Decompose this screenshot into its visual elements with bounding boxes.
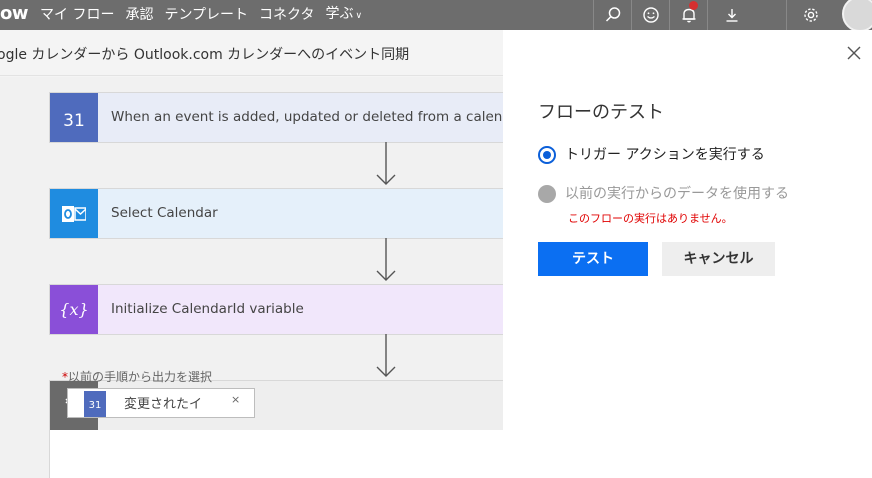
- google-calendar-icon: 31: [50, 93, 98, 142]
- arrow-down-icon: [376, 142, 396, 185]
- download-button[interactable]: [707, 0, 755, 30]
- variable-glyph: {x}: [59, 300, 89, 319]
- radio-selected-icon[interactable]: [538, 146, 556, 164]
- token-label: 変更されたイ: [124, 397, 203, 412]
- nav-learn[interactable]: 学ぶ ∨: [326, 4, 363, 26]
- step-title: When an event is added, updated or delet…: [111, 109, 503, 125]
- nav-approvals[interactable]: 承認: [125, 5, 153, 25]
- trigger-step-card[interactable]: 31 When an event is added, updated or de…: [49, 92, 503, 143]
- chevron-down-icon: ∨: [355, 11, 363, 21]
- download-icon: [726, 9, 737, 22]
- close-panel-button[interactable]: [843, 42, 865, 64]
- outlook-logo-glyph: [62, 205, 86, 222]
- step-title: Initialize CalendarId variable: [111, 301, 304, 317]
- flow-designer-canvas: 31 When an event is added, updated or de…: [0, 77, 503, 478]
- outlook-icon: [50, 189, 98, 238]
- test-flow-panel: フローのテスト トリガー アクションを実行する 以前の実行からのデータを使用する…: [503, 30, 872, 478]
- radio-option-label: トリガー アクションを実行する: [565, 147, 765, 163]
- top-nav-bar: ow マイ フロー 承認 テンプレート コネクタ 学ぶ ∨: [0, 0, 872, 32]
- brand-logo[interactable]: ow: [0, 2, 29, 26]
- nav-templates[interactable]: テンプレート: [164, 5, 248, 25]
- page-title: ogle カレンダーから Outlook.com カレンダーへのイベント同期: [0, 47, 410, 63]
- notifications-button[interactable]: [669, 0, 707, 30]
- search-button[interactable]: [593, 0, 631, 30]
- google-calendar-icon: 31: [84, 391, 106, 417]
- cancel-button[interactable]: キャンセル: [662, 242, 775, 276]
- search-icon: [605, 7, 620, 22]
- select-output-label: *以前の手順から出力を選択: [62, 368, 212, 385]
- calendar-day-number: 31: [63, 110, 85, 131]
- variable-icon: {x}: [50, 285, 98, 334]
- radio-option-label: 以前の実行からのデータを使用する: [565, 186, 789, 202]
- arrow-down-icon: [376, 334, 396, 377]
- panel-title: フローのテスト: [538, 102, 664, 123]
- connector-arrow: [376, 238, 396, 286]
- close-icon[interactable]: ×: [231, 393, 240, 406]
- settings-button[interactable]: [786, 0, 834, 30]
- radio-disabled-icon[interactable]: [538, 185, 556, 203]
- initialize-variable-step-card[interactable]: {x} Initialize CalendarId variable: [49, 284, 503, 335]
- nav-connectors[interactable]: コネクタ: [259, 5, 314, 25]
- select-calendar-step-card[interactable]: Select Calendar: [49, 188, 503, 239]
- feedback-button[interactable]: [631, 0, 669, 30]
- smiley-icon: [642, 7, 659, 23]
- connector-arrow: [376, 142, 396, 190]
- step-title: Select Calendar: [111, 205, 218, 221]
- nav-learn-label: 学ぶ: [325, 6, 354, 22]
- connector-arrow: [376, 334, 396, 382]
- output-token-field[interactable]: 31 変更されたイ ×: [67, 388, 255, 418]
- gear-icon: [803, 8, 818, 22]
- arrow-down-icon: [376, 238, 396, 281]
- close-icon: [847, 46, 861, 60]
- test-button[interactable]: テスト: [538, 242, 648, 276]
- main-nav: マイ フロー 承認 テンプレート コネクタ 学ぶ ∨: [40, 0, 362, 30]
- nav-my-flows[interactable]: マイ フロー: [40, 5, 114, 25]
- select-output-label-text: 以前の手順から出力を選択: [68, 370, 213, 384]
- avatar[interactable]: [842, 0, 872, 32]
- notification-badge: [689, 1, 698, 10]
- no-runs-error: このフローの実行はありません。: [568, 212, 733, 225]
